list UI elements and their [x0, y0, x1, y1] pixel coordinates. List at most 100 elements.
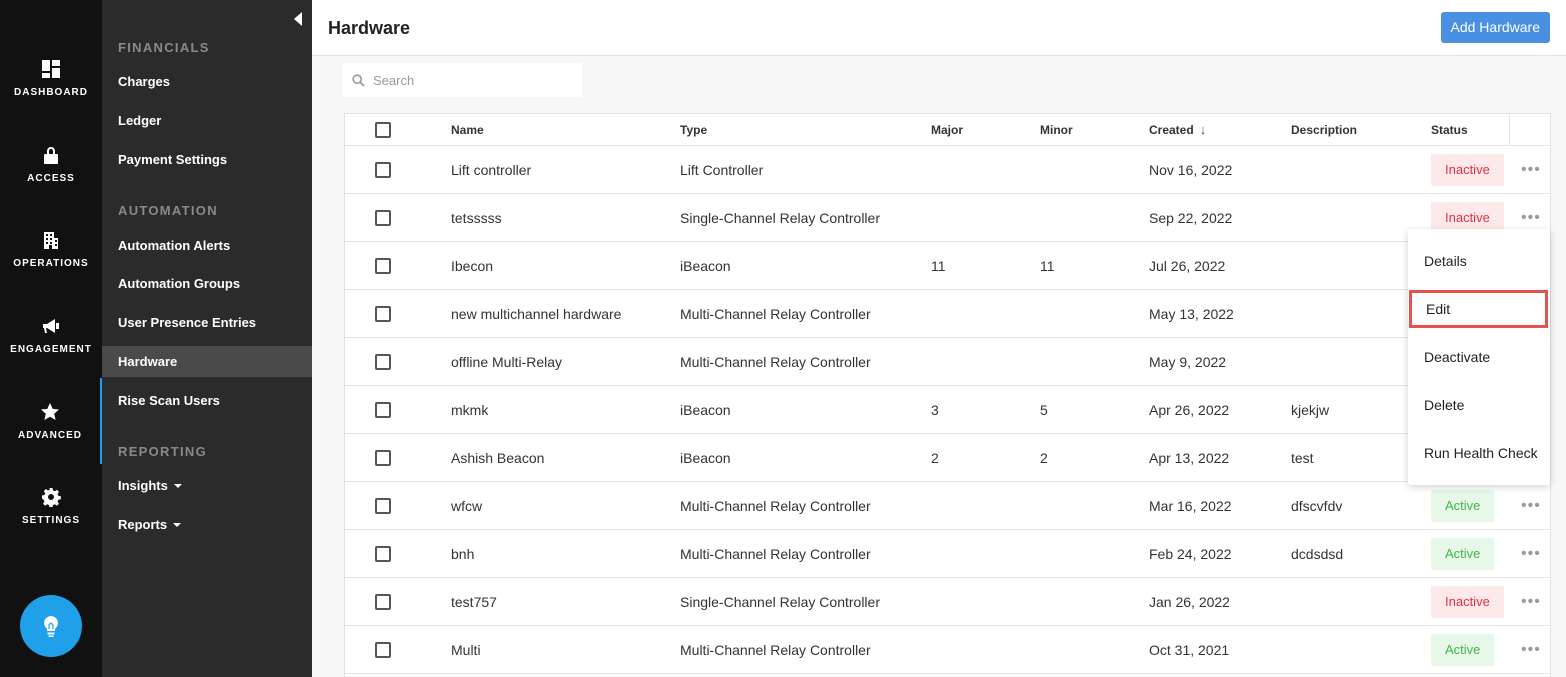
- rail-item-label: SETTINGS: [21, 514, 80, 526]
- caret-down-icon: [173, 522, 182, 527]
- sidebar-item-charges[interactable]: Charges: [102, 66, 312, 97]
- table-row[interactable]: test757 Single-Channel Relay Controller Ja…: [345, 578, 1550, 626]
- more-actions-icon[interactable]: •••: [1521, 209, 1541, 227]
- table-header-row: Name Type Major Minor Created ↓ Descripti…: [345, 114, 1550, 146]
- more-actions-icon[interactable]: •••: [1521, 545, 1541, 563]
- table-row[interactable]: Ashish Beacon iBeacon 2 2 Apr 13, 2022 test: [345, 434, 1550, 482]
- search-input[interactable]: [373, 72, 573, 88]
- page-header: Hardware Add Hardware: [312, 0, 1566, 56]
- table-row[interactable]: offline Multi-Relay Multi-Channel Relay C…: [345, 338, 1550, 386]
- rail-item-dashboard[interactable]: DASHBOARD: [0, 35, 102, 121]
- table-row[interactable]: mkmk iBeacon 3 5 Apr 26, 2022 kjekjw: [345, 386, 1550, 434]
- sidebar-item-hardware[interactable]: Hardware: [102, 346, 312, 377]
- menu-item-delete[interactable]: Delete: [1408, 381, 1550, 429]
- cell-name: offline Multi-Relay: [451, 353, 563, 370]
- menu-item-edit[interactable]: Edit: [1409, 290, 1548, 328]
- more-actions-icon[interactable]: •••: [1521, 593, 1541, 611]
- row-checkbox[interactable]: [375, 401, 391, 418]
- collapse-sidebar-icon[interactable]: [294, 12, 302, 26]
- cell-created: Feb 24, 2022: [1149, 545, 1232, 562]
- table-row[interactable]: bnh Multi-Channel Relay Controller Feb 24,…: [345, 530, 1550, 578]
- row-checkbox[interactable]: [375, 497, 391, 514]
- cell-created: May 13, 2022: [1149, 305, 1234, 322]
- row-checkbox[interactable]: [375, 641, 391, 658]
- menu-item-details[interactable]: Details: [1408, 237, 1550, 285]
- cell-created: Mar 16, 2022: [1149, 497, 1232, 514]
- rail-item-label: DASHBOARD: [14, 86, 88, 98]
- column-header-label: Created: [1149, 122, 1194, 137]
- help-button[interactable]: [20, 595, 82, 657]
- table-row[interactable]: Multi Multi-Channel Relay Controller Oct 3…: [345, 626, 1550, 674]
- table-row[interactable]: wfcw Multi-Channel Relay Controller Mar 16…: [345, 482, 1550, 530]
- sidebar-item-automation-alerts[interactable]: Automation Alerts: [102, 230, 312, 261]
- actions-column-divider: [1509, 114, 1510, 146]
- row-checkbox[interactable]: [375, 353, 391, 370]
- row-checkbox[interactable]: [375, 257, 391, 274]
- column-header-major[interactable]: Major: [931, 114, 963, 145]
- sidebar-item-label: Insights: [118, 478, 168, 493]
- table-row[interactable]: Ibecon iBeacon 11 11 Jul 26, 2022: [345, 242, 1550, 290]
- row-checkbox[interactable]: [375, 593, 391, 610]
- rail-item-access[interactable]: ACCESS: [0, 121, 102, 207]
- cell-name: Ashish Beacon: [451, 449, 545, 466]
- cell-name: new multichannel hardware: [451, 305, 622, 322]
- column-header-name[interactable]: Name: [451, 114, 484, 145]
- sidebar-item-ledger[interactable]: Ledger: [102, 105, 312, 136]
- sidebar-item-reports[interactable]: Reports: [102, 509, 312, 540]
- more-actions-icon[interactable]: •••: [1521, 641, 1541, 659]
- rail-item-label: ADVANCED: [18, 429, 82, 441]
- sidebar-item-insights[interactable]: Insights: [102, 470, 312, 501]
- cell-type: Multi-Channel Relay Controller: [680, 545, 871, 562]
- table-row[interactable]: new multichannel hardware Multi-Channel R…: [345, 290, 1550, 338]
- table-row[interactable]: Lift controller Lift Controller Nov 16, 20…: [345, 146, 1550, 194]
- status-badge: Active: [1431, 537, 1495, 570]
- status-badge: Inactive: [1431, 585, 1504, 618]
- menu-item-run-health-check[interactable]: Run Health Check: [1408, 429, 1550, 477]
- row-checkbox[interactable]: [375, 209, 391, 226]
- search-icon: [352, 73, 365, 87]
- cell-minor: 5: [1040, 401, 1048, 418]
- table-row[interactable]: tetsssss Single-Channel Relay Controller S…: [345, 194, 1550, 242]
- column-header-type[interactable]: Type: [680, 114, 707, 145]
- rail-item-settings[interactable]: SETTINGS: [0, 463, 102, 549]
- caret-down-icon: [173, 483, 182, 488]
- sidebar-section-title: FINANCIALS: [118, 40, 210, 55]
- lightbulb-icon: [44, 616, 58, 637]
- column-header-status[interactable]: Status: [1431, 114, 1468, 145]
- rail-item-operations[interactable]: OPERATIONS: [0, 206, 102, 292]
- cell-name: Ibecon: [451, 257, 494, 274]
- row-checkbox[interactable]: [375, 305, 391, 322]
- cell-type: Multi-Channel Relay Controller: [680, 353, 871, 370]
- sidebar-item-rise-scan-users[interactable]: Rise Scan Users: [102, 385, 312, 416]
- sidebar-item-user-presence-entries[interactable]: User Presence Entries: [102, 307, 312, 338]
- cell-name: Multi: [451, 641, 481, 658]
- row-checkbox[interactable]: [375, 161, 391, 178]
- search-box: [342, 63, 582, 97]
- gear-icon: [42, 487, 61, 507]
- add-hardware-button[interactable]: Add Hardware: [1440, 12, 1550, 43]
- rail-item-engagement[interactable]: ENGAGEMENT: [0, 292, 102, 378]
- more-actions-icon[interactable]: •••: [1521, 497, 1541, 515]
- row-checkbox[interactable]: [375, 449, 391, 466]
- cell-description: dcdsdsd: [1291, 545, 1344, 562]
- cell-created: Jul 26, 2022: [1149, 257, 1226, 274]
- cell-type: Multi-Channel Relay Controller: [680, 305, 871, 322]
- menu-item-deactivate[interactable]: Deactivate: [1408, 333, 1550, 381]
- column-header-description[interactable]: Description: [1291, 114, 1357, 145]
- sidebar-item-payment-settings[interactable]: Payment Settings: [102, 144, 312, 175]
- row-checkbox[interactable]: [375, 545, 391, 562]
- building-icon: [44, 231, 58, 249]
- rail-item-advanced[interactable]: ADVANCED: [0, 378, 102, 464]
- sort-descending-icon: ↓: [1199, 122, 1207, 137]
- cell-major: 3: [931, 401, 939, 418]
- cell-major: 11: [931, 257, 946, 274]
- main-nav-rail: DASHBOARD ACCESS OPERATIONS ENGAGEMENT A…: [0, 0, 102, 677]
- cell-created: Sep 22, 2022: [1149, 209, 1233, 226]
- select-all-checkbox[interactable]: [375, 121, 391, 138]
- more-actions-icon[interactable]: •••: [1521, 161, 1541, 179]
- cell-type: Lift Controller: [680, 161, 764, 178]
- column-header-minor[interactable]: Minor: [1040, 114, 1073, 145]
- column-header-created[interactable]: Created ↓: [1149, 114, 1206, 145]
- rail-item-label: ENGAGEMENT: [10, 343, 92, 355]
- sidebar-item-automation-groups[interactable]: Automation Groups: [102, 268, 312, 299]
